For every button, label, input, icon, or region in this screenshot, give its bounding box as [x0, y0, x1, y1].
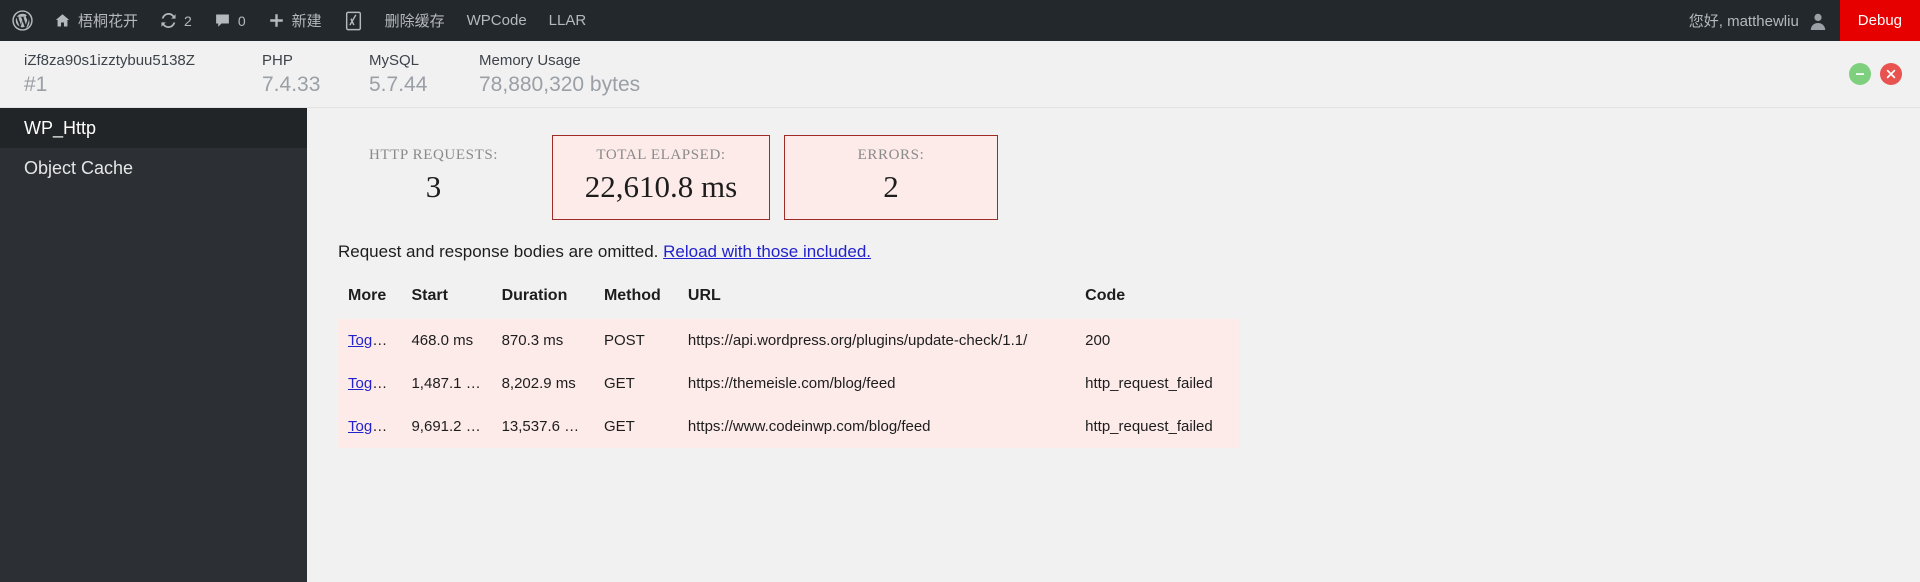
- cell-code: http_request_failed: [1075, 405, 1239, 448]
- column-header-code[interactable]: Code: [1075, 287, 1239, 319]
- admin-bar-comments[interactable]: 0: [203, 0, 257, 41]
- qm-sidebar: WP_Http Object Cache: [0, 108, 307, 582]
- info-value-mysql: 5.7.44: [369, 73, 428, 96]
- admin-bar-purge-cache[interactable]: 删除缓存: [374, 0, 456, 41]
- cell-url: https://themeisle.com/blog/feed: [677, 362, 1076, 405]
- stat-total-elapsed-value: 22,610.8 ms: [584, 169, 738, 204]
- info-value-php: 7.4.33: [262, 73, 321, 96]
- info-label-host: iZf8za90s1izztybuu5138Z: [24, 52, 195, 69]
- admin-bar-site-name[interactable]: 梧桐花开: [43, 0, 149, 41]
- close-icon[interactable]: [1880, 63, 1902, 85]
- toggle-link[interactable]: Toggle: [348, 418, 392, 435]
- comment-icon: [214, 12, 231, 29]
- plus-icon: [268, 12, 285, 29]
- stat-http-requests: HTTP REQUESTS: 3: [331, 135, 536, 220]
- info-column-memory: Memory Usage 78,880,320 bytes: [479, 51, 640, 98]
- yoast-icon: [344, 11, 363, 31]
- column-header-url[interactable]: URL: [677, 287, 1076, 319]
- cell-url: https://api.wordpress.org/plugins/update…: [677, 319, 1076, 362]
- info-value-host: #1: [24, 73, 48, 96]
- qm-bodies-notice-text: Request and response bodies are omitted.: [338, 242, 659, 261]
- admin-bar-updates[interactable]: 2: [149, 0, 203, 41]
- cell-duration: 13,537.6 ms: [491, 405, 594, 448]
- admin-bar-llar[interactable]: LLAR: [538, 0, 598, 41]
- info-value-memory: 78,880,320 bytes: [479, 73, 641, 96]
- admin-bar-new-content[interactable]: 新建: [257, 0, 333, 41]
- sidebar-item-wp-http[interactable]: WP_Http: [0, 108, 307, 148]
- admin-bar-seo[interactable]: [333, 0, 374, 41]
- cell-method: GET: [593, 405, 678, 448]
- stat-http-requests-value: 3: [425, 169, 442, 204]
- stat-total-elapsed-label: TOTAL ELAPSED:: [596, 147, 726, 163]
- admin-bar: 梧桐花开 2 0 新建 删除缓存 WPCode LLAR 您好, matthew…: [0, 0, 1920, 41]
- table-row: Toggle 468.0 ms 870.3 ms POST https://ap…: [338, 319, 1239, 362]
- cell-more: Toggle: [338, 319, 402, 362]
- info-column-php: PHP 7.4.33: [262, 51, 369, 98]
- sidebar-item-object-cache-label: Object Cache: [24, 157, 134, 178]
- admin-bar-wordpress-logo[interactable]: [0, 0, 43, 41]
- cell-start: 9,691.2 ms: [401, 405, 492, 448]
- info-label-mysql: MySQL: [369, 52, 420, 69]
- admin-bar-right: 您好, matthewliu Debug: [1678, 0, 1920, 41]
- qm-window-controls: [1849, 63, 1902, 85]
- home-icon: [54, 12, 71, 29]
- table-header-row: More Start Duration Method URL Code: [338, 287, 1239, 319]
- admin-bar-llar-label: LLAR: [548, 12, 587, 29]
- wordpress-icon: [12, 10, 33, 31]
- cell-url: https://www.codeinwp.com/blog/feed: [677, 405, 1076, 448]
- column-header-start[interactable]: Start: [401, 287, 492, 319]
- minimize-icon[interactable]: [1849, 63, 1871, 85]
- admin-bar-my-account[interactable]: 您好, matthewliu: [1678, 0, 1840, 41]
- query-monitor-panel: WP_Http Object Cache HTTP REQUESTS: 3 TO…: [0, 108, 1920, 582]
- info-label-php: PHP: [262, 52, 293, 69]
- admin-bar-comments-count: 0: [237, 12, 246, 29]
- qm-content: HTTP REQUESTS: 3 TOTAL ELAPSED: 22,610.8…: [307, 108, 1920, 582]
- admin-bar-site-name-label: 梧桐花开: [78, 13, 139, 30]
- update-icon: [160, 12, 177, 29]
- sidebar-item-object-cache[interactable]: Object Cache: [0, 148, 307, 188]
- admin-bar-wpcode[interactable]: WPCode: [456, 0, 538, 41]
- cell-start: 1,487.1 ms: [401, 362, 492, 405]
- sidebar-item-wp-http-label: WP_Http: [24, 117, 97, 138]
- column-header-method[interactable]: Method: [593, 287, 678, 319]
- stat-total-elapsed: TOTAL ELAPSED: 22,610.8 ms: [552, 135, 770, 220]
- admin-bar-greeting: 您好, matthewliu: [1688, 13, 1799, 30]
- qm-info-bar: iZf8za90s1izztybuu5138Z #1 PHP 7.4.33 My…: [0, 41, 1920, 108]
- cell-code: http_request_failed: [1075, 362, 1239, 405]
- toggle-link[interactable]: Toggle: [348, 332, 392, 349]
- admin-bar-debug-label: Debug: [1857, 12, 1902, 29]
- info-column-mysql: MySQL 5.7.44: [369, 51, 479, 98]
- admin-bar-spacer: [597, 0, 1678, 41]
- http-requests-table: More Start Duration Method URL Code Togg…: [338, 287, 1239, 448]
- cell-code: 200: [1075, 319, 1239, 362]
- admin-bar-purge-cache-label: 删除缓存: [384, 13, 445, 30]
- cell-duration: 870.3 ms: [491, 319, 594, 362]
- cell-method: GET: [593, 362, 678, 405]
- column-header-more[interactable]: More: [338, 287, 402, 319]
- qm-stats-row: HTTP REQUESTS: 3 TOTAL ELAPSED: 22,610.8…: [307, 108, 1920, 220]
- stat-errors-value: 2: [883, 169, 899, 204]
- cell-duration: 8,202.9 ms: [491, 362, 594, 405]
- reload-with-bodies-link[interactable]: Reload with those included.: [663, 242, 871, 261]
- admin-bar-updates-count: 2: [184, 12, 192, 29]
- admin-bar-debug-button[interactable]: Debug: [1839, 0, 1920, 41]
- cell-method: POST: [593, 319, 678, 362]
- table-row: Toggle 9,691.2 ms 13,537.6 ms GET https:…: [338, 405, 1239, 448]
- info-label-memory: Memory Usage: [479, 52, 581, 69]
- cell-more: Toggle: [338, 405, 402, 448]
- cell-more: Toggle: [338, 362, 402, 405]
- cell-start: 468.0 ms: [401, 319, 492, 362]
- stat-errors: ERRORS: 2: [784, 135, 998, 220]
- info-column-host: iZf8za90s1izztybuu5138Z #1: [24, 51, 262, 98]
- admin-bar-wpcode-label: WPCode: [466, 12, 527, 29]
- qm-bodies-notice: Request and response bodies are omitted.…: [307, 220, 1920, 264]
- stat-http-requests-label: HTTP REQUESTS:: [368, 147, 499, 163]
- admin-bar-new-content-label: 新建: [291, 13, 322, 30]
- table-row: Toggle 1,487.1 ms 8,202.9 ms GET https:/…: [338, 362, 1239, 405]
- avatar: [1808, 11, 1828, 31]
- stat-errors-label: ERRORS:: [857, 147, 925, 163]
- column-header-duration[interactable]: Duration: [491, 287, 594, 319]
- toggle-link[interactable]: Toggle: [348, 375, 392, 392]
